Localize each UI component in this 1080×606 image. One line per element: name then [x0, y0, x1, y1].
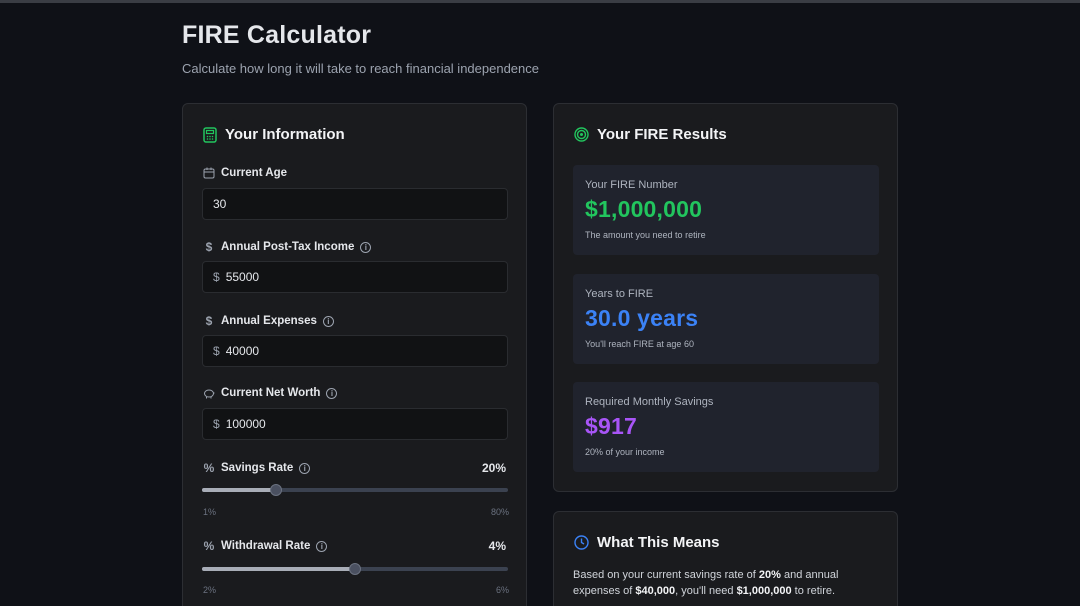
net-worth-value: 100000: [225, 417, 266, 431]
info-icon[interactable]: i: [360, 241, 372, 253]
years-to-fire-label: Years to FIRE: [585, 288, 654, 300]
dollar-prefix: $: [213, 417, 220, 431]
income-value: 55000: [225, 270, 260, 284]
percent-icon: %: [203, 461, 215, 475]
percent-icon: %: [203, 539, 215, 553]
withdrawal-rate-label-row: % Withdrawal Rate i 4%: [203, 539, 506, 553]
monthly-savings-label: Required Monthly Savings: [585, 396, 714, 408]
savings-rate-label-row: % Savings Rate i 20%: [203, 461, 506, 475]
net-worth-input[interactable]: $ 100000: [202, 408, 508, 440]
page-title: FIRE Calculator: [182, 21, 372, 49]
dollar-prefix: $: [213, 344, 220, 358]
monthly-savings-box: Required Monthly Savings $917 20% of you…: [573, 382, 879, 472]
withdrawal-rate-value: 4%: [488, 539, 506, 553]
info-icon[interactable]: i: [299, 462, 311, 474]
what-this-means-card: What This Means Based on your current sa…: [553, 511, 898, 606]
info-icon[interactable]: i: [322, 315, 334, 327]
summary-part: , you'll need: [675, 585, 737, 597]
fire-results-card: Your FIRE Results Your FIRE Number $1,00…: [553, 103, 898, 492]
years-to-fire-value: 30.0 years: [585, 305, 699, 331]
slider-fill: [202, 488, 276, 492]
calendar-icon: [203, 167, 215, 179]
summary-part: Based on your current savings rate of: [573, 569, 759, 581]
calculator-icon: [203, 126, 217, 143]
expenses-label: Annual Expenses: [221, 315, 317, 327]
current-age-input[interactable]: 30: [202, 188, 508, 220]
withdrawal-rate-label: Withdrawal Rate: [221, 540, 311, 552]
monthly-savings-value: $917: [585, 413, 637, 439]
summary-rate: 20%: [758, 569, 781, 581]
page-subtitle: Calculate how long it will take to reach…: [182, 61, 539, 76]
withdrawal-rate-slider[interactable]: [202, 563, 508, 575]
summary-part: to retire.: [791, 585, 836, 597]
net-worth-label: Current Net Worth: [221, 387, 321, 399]
savings-rate-label: Savings Rate: [221, 462, 294, 474]
expenses-input[interactable]: $ 40000: [202, 335, 508, 367]
current-age-label: Current Age: [221, 167, 288, 179]
slider-max-label: 80%: [490, 507, 509, 517]
slider-min-label: 1%: [203, 507, 217, 517]
card-header: Your FIRE Results: [574, 126, 727, 143]
years-to-fire-note: You'll reach FIRE at age 60: [585, 339, 694, 349]
savings-rate-range: 1% 80%: [203, 507, 509, 517]
fire-number-box: Your FIRE Number $1,000,000 The amount y…: [573, 165, 879, 255]
current-age-value: 30: [213, 197, 227, 211]
your-information-card: Your Information Current Age 30 $ Annual…: [182, 103, 527, 606]
card-title: Your FIRE Results: [597, 126, 727, 143]
target-icon: [574, 127, 589, 142]
info-icon[interactable]: i: [326, 387, 338, 399]
summary-fire-number: $1,000,000: [736, 585, 792, 597]
slider-fill: [202, 567, 355, 571]
fire-number-note: The amount you need to retire: [585, 230, 706, 240]
slider-min-label: 2%: [203, 585, 217, 595]
slider-max-label: 6%: [495, 585, 509, 595]
monthly-savings-note: 20% of your income: [585, 447, 665, 457]
summary-text: Based on your current savings rate of 20…: [573, 567, 873, 599]
savings-rate-slider[interactable]: [202, 484, 508, 496]
info-icon[interactable]: i: [316, 540, 328, 552]
income-label-row: $ Annual Post-Tax Income i: [203, 240, 506, 254]
summary-expenses: $40,000: [635, 585, 676, 597]
dollar-prefix: $: [213, 270, 220, 284]
expenses-label-row: $ Annual Expenses i: [203, 314, 506, 328]
dollar-icon: $: [205, 240, 213, 254]
expenses-value: 40000: [225, 344, 260, 358]
card-header: Your Information: [203, 126, 345, 143]
piggy-bank-icon: [203, 387, 215, 399]
card-title: What This Means: [597, 534, 720, 551]
page-header: FIRE Calculator Calculate how long it wi…: [182, 21, 539, 76]
card-header: What This Means: [574, 534, 720, 551]
withdrawal-rate-range: 2% 6%: [203, 585, 509, 595]
fire-number-value: $1,000,000: [585, 196, 703, 222]
net-worth-label-row: Current Net Worth i: [203, 387, 506, 399]
current-age-label-row: Current Age: [203, 167, 506, 179]
fire-number-label: Your FIRE Number: [585, 179, 678, 191]
card-title: Your Information: [225, 126, 345, 143]
clock-icon: [574, 535, 589, 550]
savings-rate-value: 20%: [481, 461, 506, 475]
income-input[interactable]: $ 55000: [202, 261, 508, 293]
dollar-icon: $: [205, 314, 213, 328]
slider-thumb[interactable]: [269, 484, 282, 496]
years-to-fire-box: Years to FIRE 30.0 years You'll reach FI…: [573, 274, 879, 364]
income-label: Annual Post-Tax Income: [221, 241, 355, 253]
slider-thumb[interactable]: [349, 563, 361, 575]
